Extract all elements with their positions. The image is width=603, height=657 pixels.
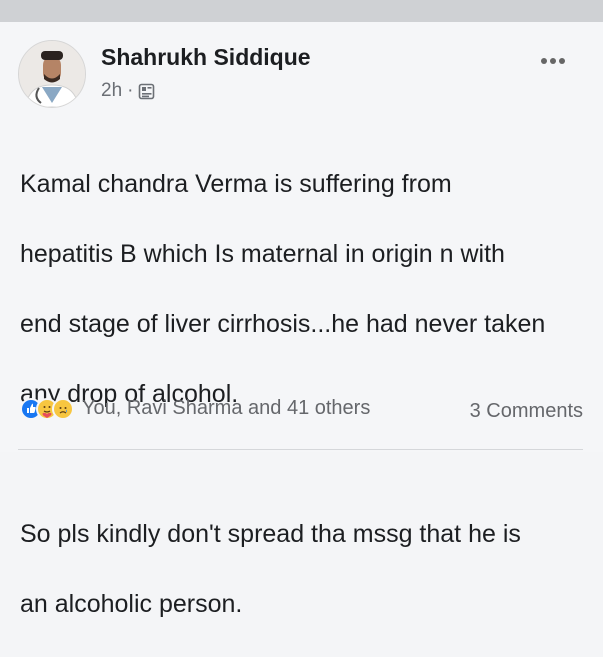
post-card: Shahrukh Siddique 2h · Kamal chandra Ver… (0, 22, 603, 618)
meta-separator: · (127, 80, 134, 101)
top-bar (0, 0, 603, 22)
post-line: end stage of liver cirrhosis...he had ne… (20, 310, 546, 338)
post-body: Kamal chandra Verma is suffering from he… (20, 132, 585, 657)
post-line: Kamal chandra Verma is suffering from (20, 170, 452, 198)
post-line: So pls kindly don't spread tha mssg that… (20, 520, 521, 548)
more-options-icon[interactable] (541, 55, 573, 67)
post-line-blank (20, 447, 585, 482)
post-line: hepatitis B which Is maternal in origin … (20, 240, 505, 268)
reactions-summary[interactable]: You, Ravi Sharma and 41 others (20, 397, 370, 420)
privacy-icon (139, 83, 155, 99)
avatar-image (19, 41, 85, 107)
avatar[interactable] (18, 40, 86, 108)
comments-count[interactable]: 3 Comments (470, 400, 583, 423)
sad-icon (52, 397, 74, 420)
dot-icon (550, 58, 556, 64)
dot-icon (541, 58, 547, 64)
post-meta: 2h · (101, 80, 155, 102)
reactions-text[interactable]: You, Ravi Sharma and 41 others (82, 397, 370, 420)
post-time[interactable]: 2h (101, 80, 122, 102)
post-line: an alcoholic person. (20, 590, 243, 618)
author-name[interactable]: Shahrukh Siddique (101, 44, 311, 71)
dot-icon (559, 58, 565, 64)
divider (18, 449, 583, 450)
